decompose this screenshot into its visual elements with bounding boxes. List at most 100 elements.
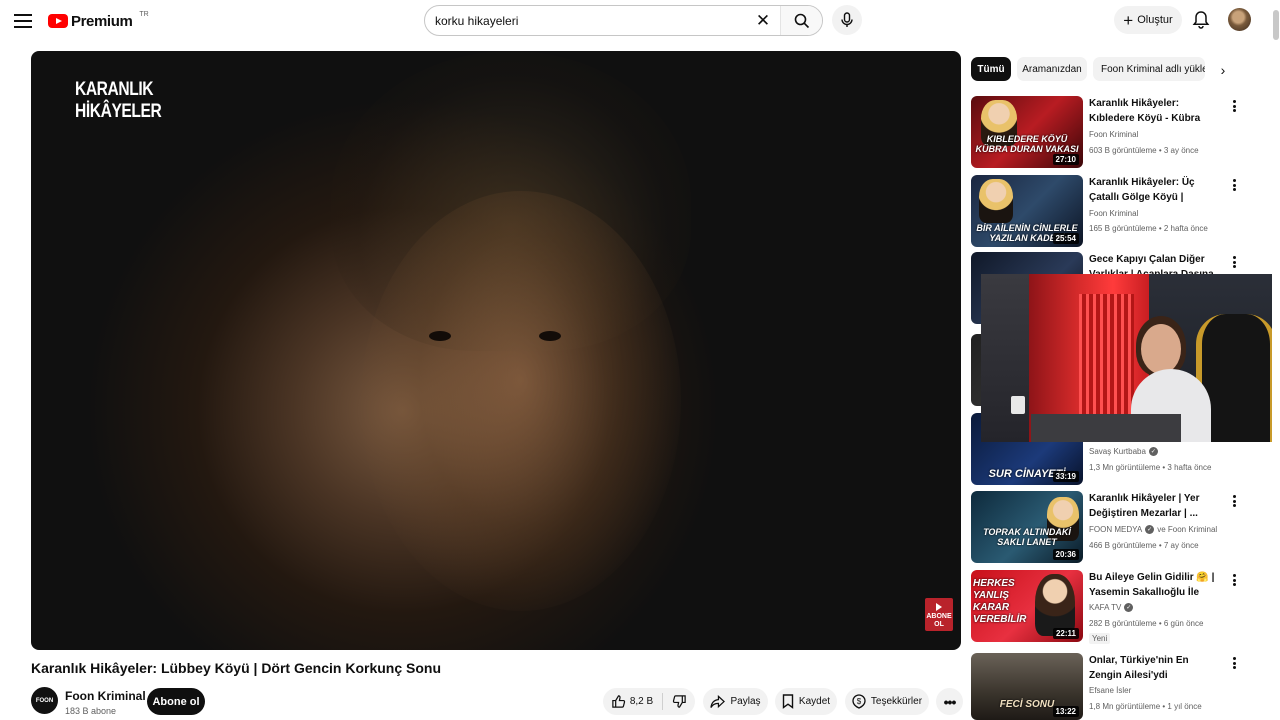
create-label: Oluştur — [1137, 14, 1173, 26]
like-button[interactable]: 8,2 B — [611, 694, 653, 709]
recommendation-meta: 165 B görüntüleme • 2 hafta önce — [1089, 224, 1208, 233]
search-icon — [794, 13, 809, 28]
page-scrollbar[interactable] — [1272, 0, 1280, 720]
chip-from-search[interactable]: Aramanızdan — [1017, 57, 1087, 81]
video-channel-watermark: KARANLIK HİKÂYELER — [75, 79, 162, 123]
thanks-button[interactable]: $ Teşekkürler — [845, 688, 929, 715]
video-frame-eye — [429, 331, 451, 341]
subscriber-count: 183 B abone — [65, 706, 117, 716]
voice-search-button[interactable] — [832, 5, 862, 35]
thumbnail[interactable]: KIBLEDERE KÖYÜ KÜBRA DURAN VAKASI 27:10 — [971, 96, 1083, 168]
recommendation-channel[interactable]: Foon Kriminal — [1089, 209, 1138, 218]
channel-avatar[interactable]: FOON — [31, 687, 58, 714]
thumbs-down-icon — [673, 695, 686, 708]
verified-badge-icon: ✓ — [1124, 603, 1134, 612]
webcam-desk — [1031, 414, 1181, 442]
video-player[interactable]: KARANLIK HİKÂYELER ABONE OL — [31, 51, 961, 650]
youtube-premium-logo[interactable]: Premium TR — [48, 10, 149, 32]
clear-search-icon[interactable]: ✕ — [750, 8, 776, 34]
recommendation-channel[interactable]: KAFA TV ✓ — [1089, 603, 1134, 612]
recommendation-channel[interactable]: FOON MEDYA ✓ ve Foon Kriminal — [1089, 525, 1217, 534]
more-vertical-icon[interactable] — [1228, 655, 1240, 671]
share-icon — [710, 694, 726, 708]
webcam-overlay — [981, 274, 1280, 442]
more-actions-button[interactable]: ••• — [936, 688, 963, 715]
thumbnail[interactable]: FECİ SONU 13:22 — [971, 653, 1083, 720]
recommendation-meta: 1,8 Mn görüntüleme • 1 yıl önce — [1089, 702, 1202, 711]
more-vertical-icon[interactable] — [1228, 98, 1240, 114]
save-button[interactable]: Kaydet — [775, 688, 837, 715]
thumbnail[interactable]: BİR AİLENİN CİNLERLE YAZILAN KADERİ 25:5… — [971, 175, 1083, 247]
recommendation-meta: 282 B görüntüleme • 6 gün önce — [1089, 619, 1204, 628]
video-duration: 25:54 — [1052, 233, 1079, 244]
scrollbar-thumb[interactable] — [1273, 10, 1279, 40]
channel-name: FOON MEDYA — [1089, 525, 1143, 534]
channel-name: Savaş Kurtbaba — [1089, 447, 1146, 456]
thanks-label: Teşekkürler — [870, 696, 923, 707]
recommendation-title[interactable]: Karanlık Hikâyeler | Yer Değiştiren Meza… — [1089, 491, 1219, 521]
play-icon — [936, 603, 942, 611]
super-thanks-icon: $ — [852, 694, 866, 709]
more-vertical-icon[interactable] — [1228, 254, 1240, 270]
create-button[interactable]: + Oluştur — [1114, 6, 1182, 34]
webcam-cup — [1011, 396, 1025, 414]
chip-uploader[interactable]: Foon Kriminal adlı yükleyici — [1093, 57, 1205, 81]
subscribe-watermark-button[interactable]: ABONE OL — [925, 598, 953, 631]
thumbnail-caption: TOPRAK ALTINDAKİ SAKLI LANET — [983, 527, 1071, 547]
recommendation-title[interactable]: Karanlık Hikâyeler: Kıbledere Köyü - Küb… — [1089, 96, 1219, 126]
bookmark-icon — [782, 694, 794, 709]
more-vertical-icon[interactable] — [1228, 493, 1240, 509]
thumbs-up-icon — [612, 695, 625, 708]
new-badge: Yeni — [1089, 633, 1111, 644]
chevron-right-icon[interactable]: › — [1213, 60, 1233, 80]
plus-icon: + — [1123, 10, 1134, 30]
more-vertical-icon[interactable] — [1228, 572, 1240, 588]
subscribe-watermark-line-2: OL — [934, 621, 944, 628]
search-input[interactable] — [425, 13, 750, 28]
notifications-bell-icon[interactable] — [1190, 9, 1212, 31]
account-avatar[interactable] — [1228, 8, 1251, 31]
thumbnail[interactable]: HERKES YANLIŞ KARAR VEREBİLİR 22:11 — [971, 570, 1083, 642]
search-button[interactable] — [780, 6, 822, 35]
recommendation-meta: 466 B görüntüleme • 7 ay önce — [1089, 541, 1199, 550]
dislike-button[interactable] — [672, 694, 687, 709]
youtube-play-icon — [48, 14, 68, 28]
video-duration: 20:36 — [1052, 549, 1079, 560]
recommendation-title[interactable]: Bu Aileye Gelin Gidilir 🤗 | Yasemin Saka… — [1089, 570, 1219, 600]
recommendation-meta: 603 B görüntüleme • 3 ay önce — [1089, 146, 1199, 155]
channel-collab: ve Foon Kriminal — [1157, 525, 1218, 534]
recommendation-channel[interactable]: Foon Kriminal — [1089, 130, 1138, 139]
video-frame-eye — [539, 331, 561, 341]
subscribe-watermark-line-1: ABONE — [926, 613, 952, 620]
chip-all[interactable]: Tümü — [971, 57, 1011, 81]
thumbnail-caption: KIBLEDERE KÖYÜ KÜBRA DURAN VAKASI — [975, 134, 1079, 154]
webcam-person-face — [1141, 324, 1181, 374]
subscribe-button[interactable]: Abone ol — [147, 688, 205, 715]
verified-badge-icon: ✓ — [1148, 447, 1158, 456]
recommendation-title[interactable]: Onlar, Türkiye'nin En Zengin Ailesi'ydi — [1089, 653, 1219, 683]
watermark-line-1: KARANLIK — [75, 79, 154, 100]
recommendation-channel[interactable]: Savaş Kurtbaba ✓ — [1089, 447, 1158, 456]
recommendation-title[interactable]: Karanlık Hikâyeler: Üç Çatallı Gölge Köy… — [1089, 175, 1219, 205]
share-button[interactable]: Paylaş — [703, 688, 768, 715]
channel-name[interactable]: Foon Kriminal — [65, 689, 146, 703]
recommendation-channel[interactable]: Efsane İsler — [1089, 686, 1131, 695]
watermark-line-2: HİKÂYELER — [75, 101, 162, 122]
video-duration: 13:22 — [1052, 706, 1079, 717]
svg-text:$: $ — [857, 697, 862, 706]
more-vertical-icon[interactable] — [1228, 177, 1240, 193]
country-code: TR — [139, 10, 149, 18]
thumbnail[interactable]: TOPRAK ALTINDAKİ SAKLI LANET 20:36 — [971, 491, 1083, 563]
video-frame-face — [361, 191, 681, 611]
video-duration: 27:10 — [1052, 154, 1079, 165]
save-label: Kaydet — [798, 696, 831, 707]
like-divider — [662, 693, 664, 710]
video-title: Karanlık Hikâyeler: Lübbey Köyü | Dört G… — [31, 660, 441, 676]
verified-badge-icon: ✓ — [1145, 525, 1155, 534]
search-box: ✕ — [424, 5, 823, 36]
video-duration: 33:19 — [1052, 471, 1079, 482]
like-dislike-group: 8,2 B — [603, 688, 695, 715]
menu-icon[interactable] — [14, 10, 36, 32]
webcam-wall — [981, 274, 1031, 442]
top-bar: Premium TR ✕ + Oluştur — [0, 0, 1280, 42]
